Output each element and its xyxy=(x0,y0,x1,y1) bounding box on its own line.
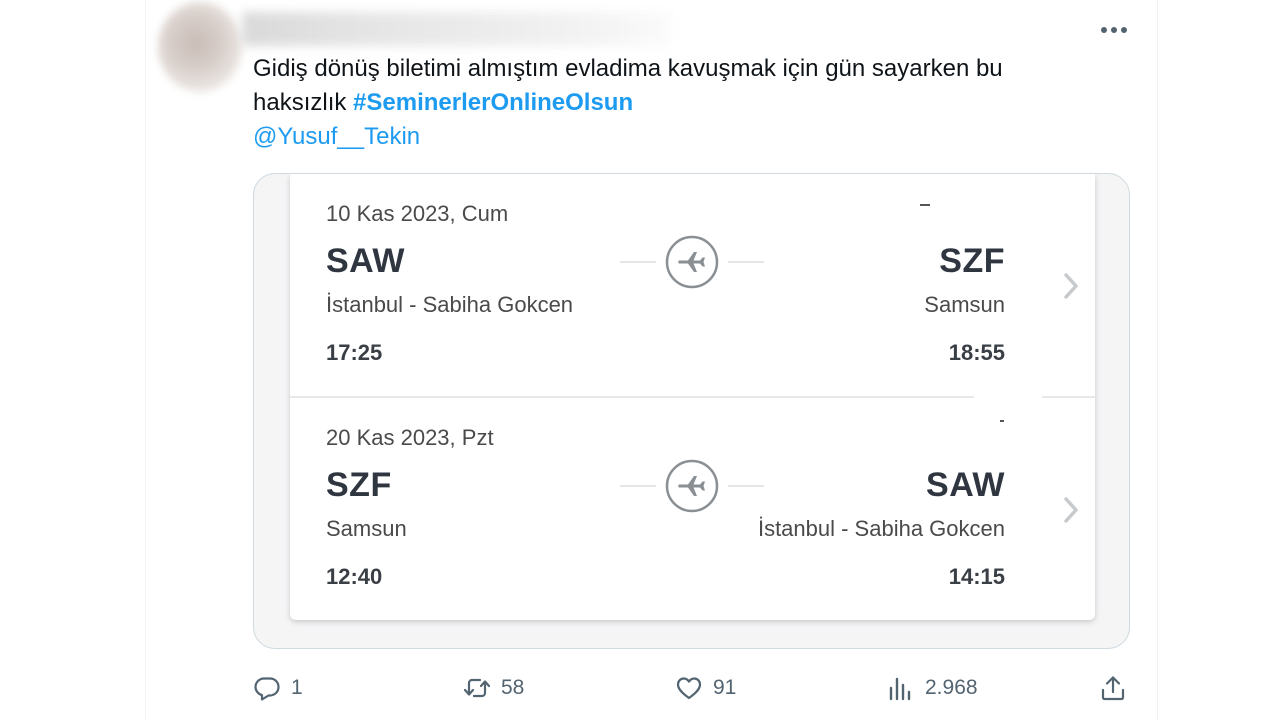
tweet-text-line1: Gidiş dönüş biletimi almıştım evladima k… xyxy=(253,55,1003,82)
dash-mark xyxy=(1000,420,1004,422)
dash-mark xyxy=(920,204,930,206)
departure-city: Samsun xyxy=(326,516,407,541)
view-count: 2.968 xyxy=(925,676,978,699)
views-button[interactable]: 2.968 xyxy=(887,666,978,710)
arrival-time: 18:55 xyxy=(948,340,1005,365)
like-count: 91 xyxy=(713,676,737,699)
route-line xyxy=(620,485,656,487)
airplane-icon xyxy=(665,459,719,513)
share-icon xyxy=(1101,676,1125,701)
avatar[interactable] xyxy=(158,2,242,92)
departure-airport-code: SZF xyxy=(326,466,392,504)
chevron-right-icon[interactable] xyxy=(1059,493,1083,527)
arrival-airport-code: SAW xyxy=(926,466,1005,504)
tweet-action-bar: 1 58 91 2.968 xyxy=(253,666,1133,710)
arrival-airport-code: SZF xyxy=(939,242,1005,280)
retweet-button[interactable]: 58 xyxy=(463,666,524,710)
analytics-icon xyxy=(889,677,911,701)
reply-count: 1 xyxy=(291,676,303,699)
arrival-time: 14:15 xyxy=(948,564,1005,589)
departure-airport-code: SAW xyxy=(326,242,405,280)
arrival-city: İstanbul - Sabiha Gokcen xyxy=(757,516,1005,541)
reply-icon xyxy=(254,677,280,701)
retweet-count: 58 xyxy=(501,676,525,699)
route-line xyxy=(620,261,656,263)
tweet-text: Gidiş dönüş biletimi almıştım evladima k… xyxy=(253,52,1133,154)
share-button[interactable] xyxy=(1099,666,1127,710)
departure-time: 17:25 xyxy=(326,340,383,365)
reply-button[interactable]: 1 xyxy=(253,666,303,710)
route-line xyxy=(728,485,764,487)
timeline-border-left xyxy=(145,0,146,720)
timeline-border-right xyxy=(1157,0,1158,720)
arrival-city: Samsun xyxy=(924,292,1005,317)
flight-ticket-card: 10 Kas 2023, Cum SAW SZF İstanbul - Sabi… xyxy=(290,174,1095,620)
media-image[interactable]: 10 Kas 2023, Cum SAW SZF İstanbul - Sabi… xyxy=(253,173,1130,649)
hashtag-link[interactable]: #SeminerlerOnlineOlsun xyxy=(353,89,633,116)
more-horizontal-icon xyxy=(1101,27,1127,33)
like-button[interactable]: 91 xyxy=(675,666,736,710)
more-options-button[interactable] xyxy=(1096,16,1132,44)
flight-date: 10 Kas 2023, Cum xyxy=(326,201,509,226)
tweet-text-line2: haksızlık xyxy=(253,89,354,116)
route-line xyxy=(728,261,764,263)
heart-icon xyxy=(676,677,702,700)
flight-date: 20 Kas 2023, Pzt xyxy=(326,425,494,450)
mention-link[interactable]: @Yusuf__Tekin xyxy=(253,120,1133,154)
airplane-icon xyxy=(665,235,719,289)
chevron-right-icon[interactable] xyxy=(1059,269,1083,303)
author-name-blurred[interactable] xyxy=(242,12,672,46)
flight-leg-outbound[interactable]: 10 Kas 2023, Cum SAW SZF İstanbul - Sabi… xyxy=(290,174,1095,396)
retweet-icon xyxy=(463,678,491,698)
departure-time: 12:40 xyxy=(326,564,383,589)
departure-city: İstanbul - Sabiha Gokcen xyxy=(326,292,574,317)
tweet-page: Gidiş dönüş biletimi almıştım evladima k… xyxy=(0,0,1280,720)
flight-leg-return[interactable]: 20 Kas 2023, Pzt SZF SAW Samsun İstanbul… xyxy=(290,398,1095,620)
